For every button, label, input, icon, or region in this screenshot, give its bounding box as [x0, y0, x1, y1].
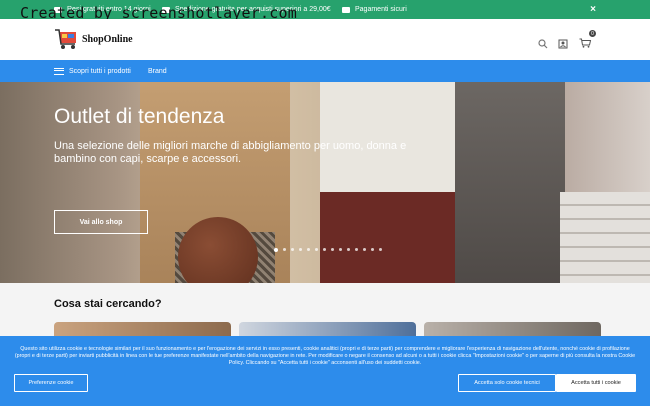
shop-button[interactable]: Vai allo shop: [54, 210, 148, 234]
topbar-item-label: Pagamenti sicuri: [355, 6, 407, 13]
carousel-dot[interactable]: [355, 248, 358, 251]
hero-image-steps: [560, 192, 650, 283]
hero-image-shirt: [320, 82, 460, 192]
carousel-dot[interactable]: [299, 248, 302, 251]
carousel-dot[interactable]: [291, 248, 294, 251]
carousel-dot[interactable]: [347, 248, 350, 251]
site-logo[interactable]: ShopOnline: [54, 28, 133, 50]
user-icon[interactable]: [558, 39, 568, 49]
shopping-cart-logo-icon: [55, 29, 76, 49]
cart-icon: [579, 38, 592, 48]
cookie-banner: Questo sito utilizza cookie e tecnologie…: [0, 336, 650, 406]
cookie-preferences-button[interactable]: Preferenze cookie: [14, 374, 88, 392]
hamburger-menu-icon: [54, 67, 64, 75]
section-title: Cosa stai cercando?: [54, 298, 162, 310]
carousel-dots: [274, 247, 382, 252]
nav-brand-link[interactable]: Brand: [148, 68, 167, 75]
carousel-dot[interactable]: [339, 248, 342, 251]
carousel-dot[interactable]: [323, 248, 326, 251]
accept-technical-cookies-button[interactable]: Accetta solo cookie tecnici: [458, 374, 556, 392]
close-icon[interactable]: ×: [590, 4, 596, 15]
menu-label: Scopri tutti i prodotti: [69, 67, 131, 75]
cookie-text: Questo sito utilizza cookie e tecnologie…: [14, 346, 636, 367]
card-icon: [342, 6, 350, 13]
accept-all-cookies-button[interactable]: Accetta tutti i cookie: [556, 374, 636, 392]
all-products-menu[interactable]: Scopri tutti i prodotti: [54, 67, 131, 75]
topbar-item-payments: Pagamenti sicuri: [342, 0, 407, 19]
hero-image-jacket: [455, 82, 565, 283]
hero-banner: Outlet di tendenza Una selezione delle m…: [0, 82, 650, 283]
carousel-dot[interactable]: [363, 248, 366, 251]
carousel-dot[interactable]: [379, 248, 382, 251]
carousel-dot[interactable]: [307, 248, 310, 251]
hero-subtitle: Una selezione delle migliori marche di a…: [54, 140, 407, 165]
carousel-dot[interactable]: [315, 248, 318, 251]
cart-count-badge: 0: [589, 30, 596, 37]
brand-name: ShopOnline: [82, 33, 133, 45]
carousel-dot[interactable]: [283, 248, 286, 251]
search-icon[interactable]: [538, 39, 548, 49]
main-nav: Scopri tutti i prodotti Brand: [0, 60, 650, 82]
carousel-dot[interactable]: [274, 247, 278, 252]
carousel-dot[interactable]: [331, 248, 334, 251]
cart-button[interactable]: 0: [578, 30, 596, 53]
carousel-dot[interactable]: [371, 248, 374, 251]
site-header: ShopOnline 0: [0, 19, 650, 60]
hero-title: Outlet di tendenza: [54, 105, 225, 128]
